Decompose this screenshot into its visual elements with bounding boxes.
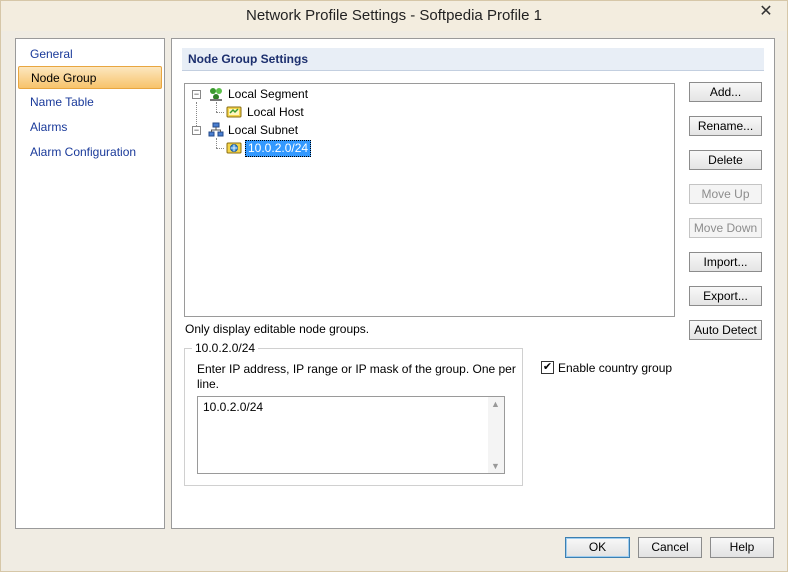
collapse-toggle[interactable]: − — [192, 126, 201, 135]
tree-node-label: Local Subnet — [228, 123, 299, 137]
move-up-button[interactable]: Move Up — [689, 184, 762, 204]
title-bar: Network Profile Settings - Softpedia Pro… — [1, 1, 787, 31]
import-button[interactable]: Import... — [689, 252, 762, 272]
panel-header: Node Group Settings — [182, 48, 764, 71]
settings-nav: General Node Group Name Table Alarms Ala… — [15, 38, 165, 529]
enable-country-group-label: Enable country group — [558, 361, 673, 375]
subnet-icon — [208, 122, 224, 137]
tree-node-label-selected: 10.0.2.0/24 — [245, 140, 312, 157]
dialog-window: Network Profile Settings - Softpedia Pro… — [0, 0, 788, 572]
ip-list-textarea[interactable]: 10.0.2.0/24 ▲ ▼ — [197, 396, 505, 474]
export-button[interactable]: Export... — [689, 286, 762, 306]
host-icon — [226, 106, 242, 118]
tree-node-ip-group[interactable]: 10.0.2.0/24 — [185, 139, 385, 157]
tree-node-local-subnet[interactable]: − Local Subnet — [185, 121, 385, 139]
cancel-button[interactable]: Cancel — [638, 537, 702, 558]
collapse-toggle[interactable]: − — [192, 90, 201, 99]
add-button[interactable]: Add... — [689, 82, 762, 102]
group-editor: 10.0.2.0/24 Enter IP address, IP range o… — [184, 341, 523, 486]
help-button[interactable]: Help — [710, 537, 774, 558]
auto-detect-button[interactable]: Auto Detect — [689, 320, 762, 340]
delete-button[interactable]: Delete — [689, 150, 762, 170]
ok-button[interactable]: OK — [565, 537, 630, 558]
tree-node-label: Local Host — [247, 105, 304, 119]
nav-item-name-table[interactable]: Name Table — [18, 91, 162, 114]
network-group-icon — [210, 88, 222, 101]
tree-node-local-host[interactable]: Local Host — [185, 103, 385, 121]
scroll-down-icon[interactable]: ▼ — [491, 461, 500, 471]
rename-button[interactable]: Rename... — [689, 116, 762, 136]
scroll-up-icon[interactable]: ▲ — [491, 399, 500, 409]
node-group-tree[interactable]: − Local Segment Local Host − Local Subne… — [184, 83, 675, 317]
nav-item-node-group[interactable]: Node Group — [18, 66, 162, 89]
vertical-scrollbar[interactable]: ▲ ▼ — [488, 397, 504, 473]
node-group-panel: Node Group Settings − Local Segment Loca… — [171, 38, 775, 529]
move-down-button[interactable]: Move Down — [689, 218, 762, 238]
tree-node-local-segment[interactable]: − Local Segment — [185, 85, 385, 103]
tree-node-label: Local Segment — [228, 87, 309, 101]
group-title: 10.0.2.0/24 — [192, 341, 259, 355]
ip-list-value: 10.0.2.0/24 — [203, 400, 264, 414]
window-title: Network Profile Settings - Softpedia Pro… — [246, 7, 542, 24]
nav-item-alarms[interactable]: Alarms — [18, 116, 162, 139]
only-display-note: Only display editable node groups. — [185, 322, 370, 336]
nav-item-general[interactable]: General — [18, 43, 162, 66]
nav-item-alarm-configuration[interactable]: Alarm Configuration — [18, 141, 162, 164]
enable-country-group-checkbox[interactable]: ✔ — [541, 361, 554, 374]
ip-group-icon — [226, 142, 242, 154]
close-button[interactable]: ✕ — [751, 1, 781, 23]
group-description: Enter IP address, IP range or IP mask of… — [197, 362, 516, 391]
